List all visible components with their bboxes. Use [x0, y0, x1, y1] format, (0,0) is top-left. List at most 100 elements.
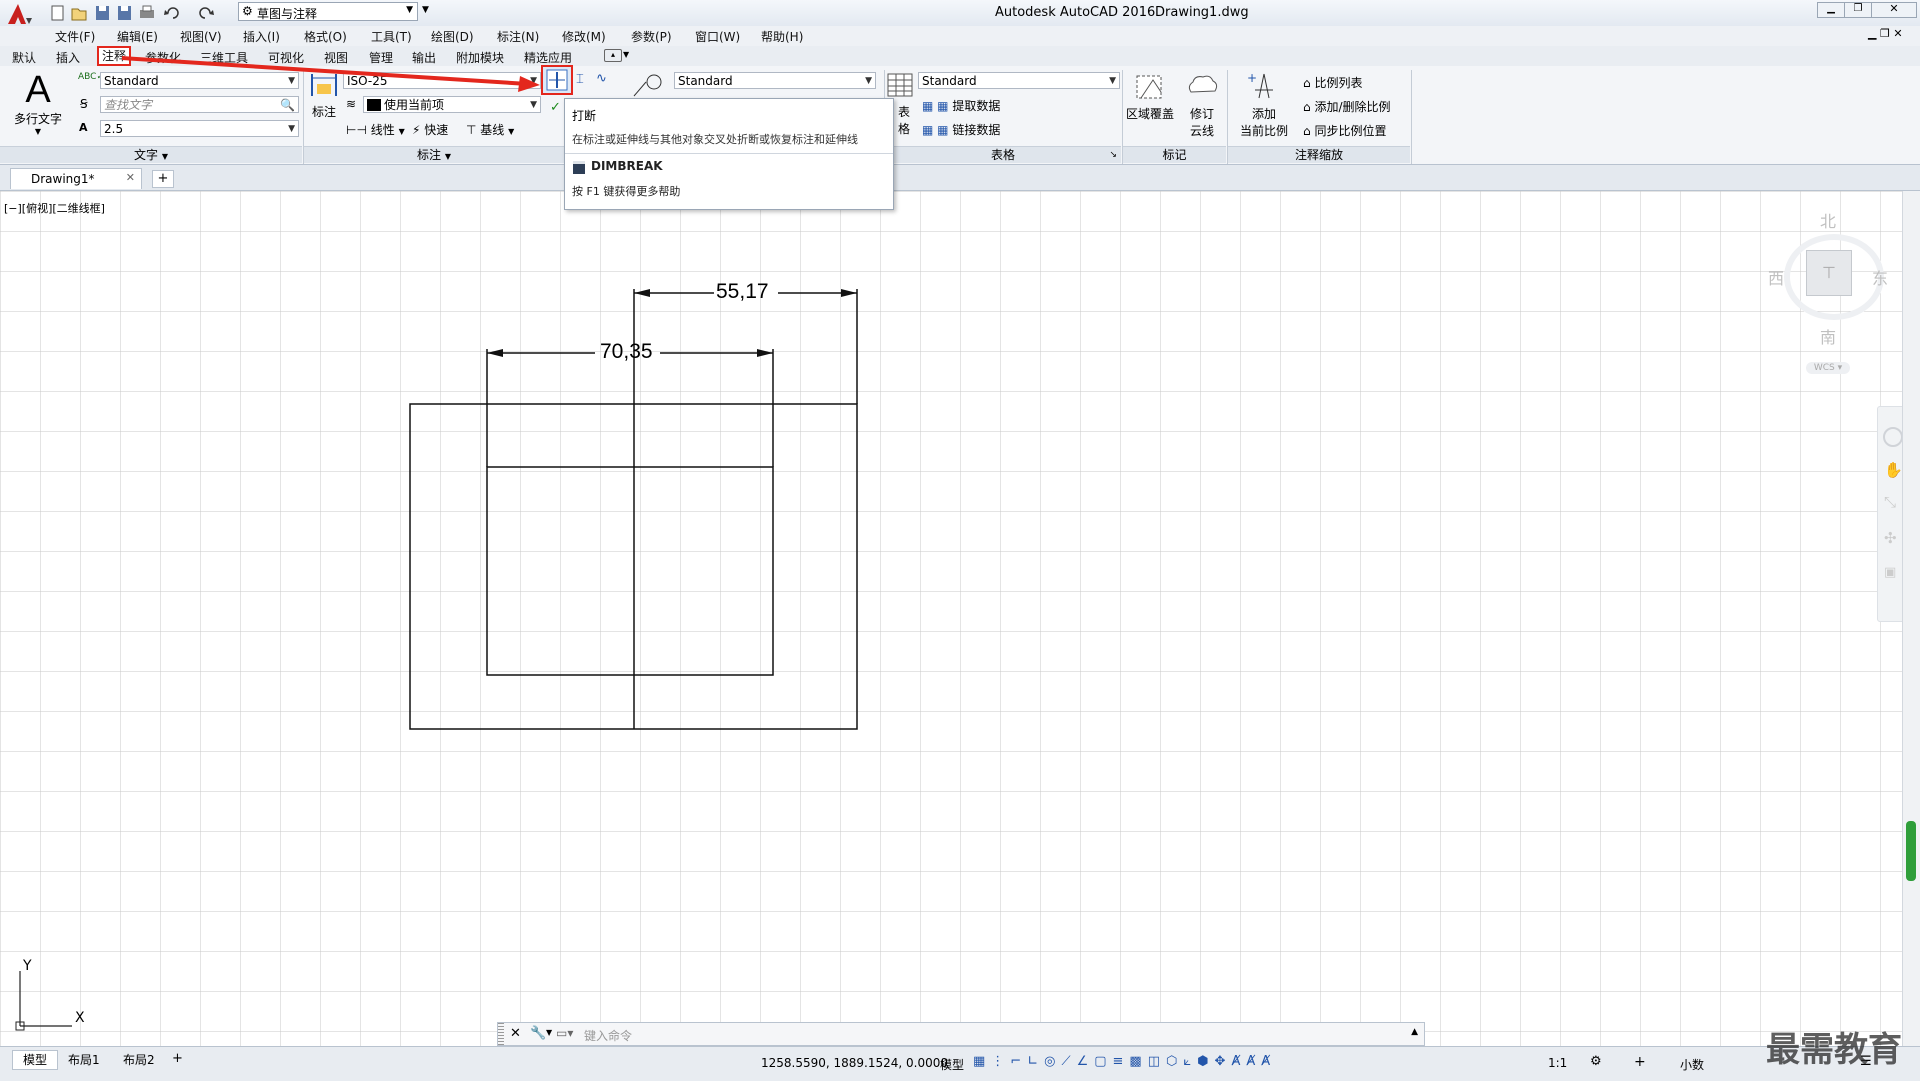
compass-south[interactable]: 南 — [1820, 324, 1836, 348]
units-value[interactable]: 小数 — [1680, 1056, 1704, 1073]
model-space-button[interactable]: 模型 — [940, 1056, 964, 1073]
gizmo-icon[interactable]: ✥ — [1215, 1054, 1232, 1069]
revcloud-button[interactable]: 修订 云线 — [1180, 70, 1224, 142]
menu-parametric[interactable]: 参数(P) — [631, 28, 672, 45]
lineweight-icon[interactable]: ≡ — [1113, 1054, 1130, 1069]
command-line-grip[interactable] — [498, 1023, 504, 1045]
snap-icon[interactable]: ⋮ — [991, 1054, 1010, 1069]
dim-text-55-17[interactable]: 55,17 — [716, 280, 769, 304]
annotation-scale-value[interactable]: 1:1 — [1548, 1056, 1567, 1070]
osnap-icon[interactable]: ▢ — [1094, 1054, 1112, 1069]
annotation-monitor-icon[interactable]: + — [1634, 1054, 1646, 1070]
infer-icon[interactable]: ⌐ — [1010, 1054, 1027, 1069]
table-icon — [887, 73, 913, 97]
wcs-dropdown[interactable]: WCS ▾ — [1806, 362, 1850, 374]
viewcube-face[interactable]: ⊤ — [1806, 250, 1852, 296]
table-style-dropdown[interactable]: Standard ▼ — [918, 72, 1120, 89]
new-layout-button[interactable]: + — [172, 1051, 183, 1066]
minimize-button[interactable]: ▁ — [1817, 2, 1845, 18]
transparency-icon[interactable]: ▩ — [1129, 1054, 1147, 1069]
dim-text-70-35[interactable]: 70,35 — [600, 340, 653, 364]
isodraft-icon[interactable]: ⟋ — [1061, 1054, 1076, 1069]
zoom-icon[interactable]: ⤡ — [1884, 493, 1896, 511]
annotation-visibility-icon[interactable]: Ⱥ — [1231, 1054, 1246, 1069]
table-panel-title-label: 表格 — [990, 148, 1015, 162]
add-delete-scale-button[interactable]: ⌂ 添加/删除比例 — [1303, 98, 1391, 115]
layout-tab-layout1[interactable]: 布局1 — [68, 1051, 100, 1068]
dim-panel-title[interactable]: 标注 ▼ — [304, 146, 564, 163]
viewport-controls-label[interactable]: [−][俯视][二维线框] — [4, 200, 105, 216]
menu-window[interactable]: 窗口(W) — [695, 28, 740, 45]
ortho-icon[interactable]: ∟ — [1027, 1054, 1044, 1069]
annotation-scale-icon[interactable]: Ⱥ — [1261, 1054, 1276, 1069]
compass-north[interactable]: 北 — [1820, 208, 1836, 232]
linear-dim-button[interactable]: ⊢⊣ 线性 ▼ — [346, 121, 405, 138]
table-style-value: Standard — [922, 74, 977, 88]
command-input[interactable]: 键入命令 — [584, 1027, 632, 1044]
baseline-dim-button[interactable]: ⊤ 基线 ▼ — [466, 121, 514, 138]
text-panel-title[interactable]: 文字 ▼ — [0, 146, 302, 163]
link-data-label: 链接数据 — [952, 123, 1001, 137]
scrollbar-thumb[interactable] — [1906, 821, 1916, 881]
compass-east[interactable]: 东 — [1872, 265, 1888, 289]
viewcube[interactable]: ⊤ 北 南 西 东 WCS ▾ — [1768, 208, 1888, 378]
3d-osnap-icon[interactable]: ⬡ — [1166, 1054, 1183, 1069]
polar-icon[interactable]: ◎ — [1044, 1054, 1061, 1069]
dim-update-icon[interactable]: ✓ — [550, 100, 561, 115]
quick-dim-button[interactable]: ⚡ 快速 — [412, 121, 448, 138]
add-scale-label-line1: 添加 — [1251, 107, 1276, 121]
table-panel-title[interactable]: 表格 ↘ — [885, 146, 1121, 163]
compass-west[interactable]: 西 — [1768, 265, 1784, 289]
grid-icon[interactable]: ▦ — [973, 1054, 991, 1069]
layout-tab-model[interactable]: 模型 — [12, 1050, 58, 1070]
add-current-scale-button[interactable]: + 添加 当前比例 — [1232, 70, 1296, 142]
otrack-icon[interactable]: ∠ — [1077, 1054, 1095, 1069]
cursor-coordinates[interactable]: 1258.5590, 1889.1524, 0.0000 — [761, 1056, 948, 1070]
steering-wheel-icon[interactable] — [1883, 427, 1903, 447]
chevron-down-icon[interactable]: ▼ — [623, 50, 629, 59]
selection-cycling-icon[interactable]: ◫ — [1148, 1054, 1166, 1069]
tooltip-help: 按 F1 键获得更多帮助 — [572, 185, 681, 198]
wrench-icon[interactable]: 🔧 — [530, 1026, 546, 1041]
showmotion-icon[interactable]: ▣ — [1884, 565, 1896, 580]
wipeout-button[interactable]: 区域覆盖 — [1125, 70, 1175, 130]
menu-help[interactable]: 帮助(H) — [761, 28, 803, 45]
quick-dim-icon: ⚡ — [412, 123, 421, 137]
text-height-dropdown[interactable]: 2.5 ▼ — [100, 120, 299, 137]
new-tab-button[interactable]: + — [152, 170, 174, 188]
link-data-button[interactable]: ▦ ▦ 链接数据 — [922, 121, 1000, 138]
doc-tab-drawing1[interactable]: Drawing1* ✕ — [10, 168, 142, 189]
workspace-switch-icon[interactable]: ⚙ — [1590, 1054, 1602, 1069]
panel-expand-icon[interactable]: ↘ — [1109, 147, 1117, 163]
add-scale-icon: + — [1247, 71, 1273, 99]
svg-text:+: + — [1247, 71, 1257, 85]
link-icon: ▦ — [937, 123, 949, 137]
close-button[interactable]: ✕ — [1871, 2, 1917, 18]
restore-button[interactable]: ❐ — [1844, 2, 1872, 18]
drawing-canvas[interactable] — [0, 191, 1902, 1046]
sync-scale-button[interactable]: ⌂ 同步比例位置 — [1303, 122, 1386, 139]
chevron-down-icon[interactable]: ▼ — [546, 1028, 552, 1037]
layout-tab-layout2[interactable]: 布局2 — [123, 1051, 155, 1068]
close-icon[interactable]: ✕ — [126, 171, 135, 184]
ucs-x-label: X — [75, 1010, 85, 1026]
extract-data-button[interactable]: ▦ ▦ 提取数据 — [922, 97, 1000, 114]
ucs-y-label: Y — [23, 958, 32, 974]
scale-list-button[interactable]: ⌂ 比例列表 — [1303, 74, 1362, 91]
command-history-icon[interactable]: ▲ — [1411, 1027, 1418, 1037]
auto-scale-icon[interactable]: Ⱥ — [1246, 1054, 1261, 1069]
orbit-icon[interactable]: ✣ — [1884, 529, 1897, 547]
vertical-scrollbar[interactable] — [1902, 191, 1920, 1046]
ribbon-minimize-icon[interactable]: ▴ — [604, 49, 622, 62]
tooltip-title: 打断 — [572, 109, 597, 123]
text-panel-title-label: 文字 — [134, 148, 159, 162]
menu-window-controls[interactable]: ▁ ❐ ✕ — [1868, 27, 1903, 40]
selection-filter-icon[interactable]: ⬢ — [1197, 1054, 1214, 1069]
multileader-icon[interactable] — [632, 72, 666, 98]
leader-style-dropdown[interactable]: Standard ▼ — [674, 72, 876, 89]
pan-icon[interactable]: ✋ — [1884, 461, 1903, 479]
command-prompt-icon[interactable]: ▭▾ — [556, 1026, 573, 1040]
dynamic-ucs-icon[interactable]: ⟀ — [1183, 1054, 1197, 1069]
scale-panel-title: 注释缩放 — [1228, 146, 1410, 163]
close-icon[interactable]: ✕ — [510, 1026, 521, 1041]
